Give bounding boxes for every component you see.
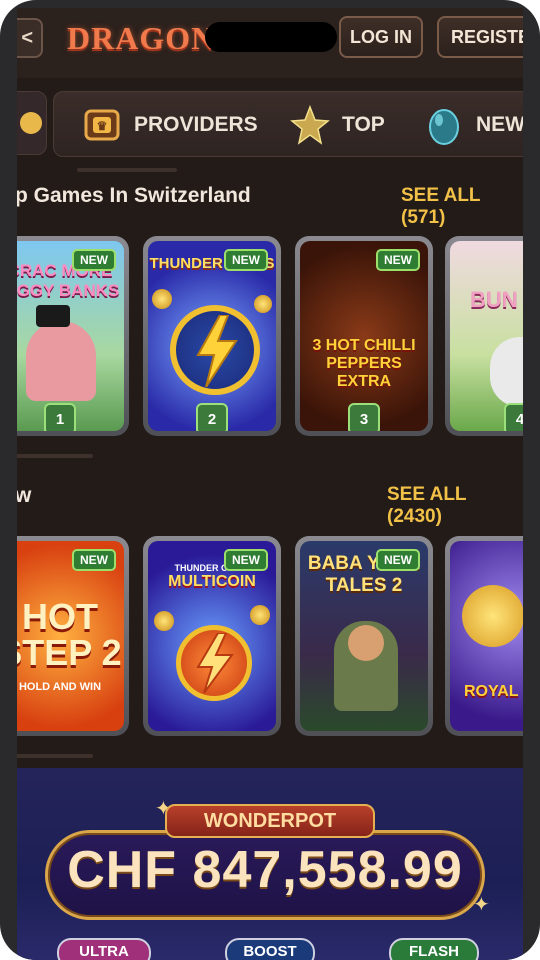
rank-badge: 2: [196, 403, 228, 431]
phone-frame: < DRAGON LOG IN REGISTE ♛ PROVIDERS TOP …: [0, 0, 540, 960]
game-art-title: 3 HOT CHILLI PEPPERS EXTRA: [312, 337, 416, 390]
category-tabs: ♛ PROVIDERS TOP NEW: [53, 91, 523, 157]
game-card[interactable]: THUNDER COINS MULTICOIN NEW: [143, 536, 281, 736]
game-art: THUNDER COINS MULTICOIN NEW: [148, 541, 276, 731]
game-art: HOT STEP 2 HOLD AND WIN NEW: [17, 541, 124, 731]
coin-icon: [250, 605, 270, 625]
bunny-character: [490, 337, 523, 407]
coin-icon: [154, 611, 174, 631]
row-scroll-indicator: [17, 754, 93, 758]
category-nav: ♛ PROVIDERS TOP NEW: [17, 88, 523, 164]
game-card[interactable]: BUN 4: [445, 236, 523, 436]
new-games-count: (2430): [387, 506, 442, 527]
top-see-all-label: SEE ALL: [401, 185, 481, 206]
game-card[interactable]: THUNDER COINS NEW 2: [143, 236, 281, 436]
game-art-title: MULTICOIN: [168, 573, 256, 590]
new-see-all-label: SEE ALL: [387, 484, 467, 505]
login-button[interactable]: LOG IN: [339, 16, 423, 58]
piggy-bank: [462, 585, 523, 647]
top-see-all-link[interactable]: SEE ALL (571): [401, 185, 523, 229]
game-card[interactable]: ROYAL P: [445, 536, 523, 736]
egg-icon: [429, 109, 459, 145]
new-badge: NEW: [376, 249, 420, 271]
game-card[interactable]: 3 HOT CHILLI PEPPERS EXTRA NEW 3: [295, 236, 433, 436]
game-art: BABA YAGA TALES 2 NEW: [300, 541, 428, 731]
witch-face: [348, 625, 384, 661]
star-icon: [290, 105, 330, 145]
top-hat: [36, 305, 70, 327]
jackpot-tab-flash[interactable]: FLASH: [389, 938, 479, 960]
new-badge: NEW: [72, 549, 116, 571]
game-art: 3 HOT CHILLI PEPPERS EXTRA NEW 3: [300, 241, 428, 431]
rank-badge: 3: [348, 403, 380, 431]
lightning-icon: [196, 315, 238, 387]
new-badge: NEW: [72, 249, 116, 271]
jackpot-label: WONDERPOT: [165, 804, 375, 838]
new-see-all-link[interactable]: SEE ALL (2430): [387, 484, 523, 528]
providers-icon: ♛: [84, 109, 120, 141]
back-button[interactable]: <: [17, 18, 43, 58]
game-art: THUNDER COINS NEW 2: [148, 241, 276, 431]
new-badge: NEW: [376, 549, 420, 571]
game-art: BUN 4: [450, 241, 523, 431]
category-scroll-indicator: [77, 168, 177, 172]
tab-providers-label: PROVIDERS: [134, 113, 258, 136]
jackpot-tab-boost[interactable]: BOOST: [225, 938, 315, 960]
camera-notch: [205, 22, 337, 52]
game-art-subtitle: HOLD AND WIN: [18, 681, 102, 693]
top-games-count: (571): [401, 207, 446, 228]
rank-badge: 4: [504, 403, 523, 431]
svg-text:♛: ♛: [97, 119, 108, 133]
game-card[interactable]: CRAC MORE PIGGY BANKS NEW 1: [17, 236, 129, 436]
pig-character: [26, 321, 96, 401]
tab-top[interactable]: TOP: [290, 92, 385, 158]
jackpot-tab-ultra[interactable]: ULTRA: [57, 938, 151, 960]
game-art: ROYAL P: [450, 541, 523, 731]
tab-top-label: TOP: [342, 113, 385, 136]
register-button[interactable]: REGISTE: [437, 16, 523, 58]
site-logo[interactable]: DRAGON: [67, 20, 215, 57]
game-art: CRAC MORE PIGGY BANKS NEW 1: [17, 241, 124, 431]
top-games-title: p Games In Switzerland: [17, 184, 251, 207]
jackpot-banner[interactable]: ✦ ✦ ✦ ✦ ✦ WONDERPOT CHF 847,558.99 ULTRA…: [17, 768, 523, 960]
new-badge: NEW: [224, 549, 268, 571]
jackpot-amount: CHF 847,558.99: [67, 841, 463, 899]
new-games-title: w: [17, 484, 32, 507]
rank-badge: 1: [44, 403, 76, 431]
game-card[interactable]: HOT STEP 2 HOLD AND WIN NEW: [17, 536, 129, 736]
new-badge: NEW: [224, 249, 268, 271]
game-art-title: HOT STEP 2: [17, 596, 122, 673]
tab-providers[interactable]: ♛ PROVIDERS: [82, 92, 258, 158]
game-art-title: ROYAL P: [464, 683, 523, 700]
game-card[interactable]: BABA YAGA TALES 2 NEW: [295, 536, 433, 736]
screen: < DRAGON LOG IN REGISTE ♛ PROVIDERS TOP …: [17, 8, 523, 960]
tab-new[interactable]: NEW: [424, 92, 523, 158]
coin-icon: [152, 289, 172, 309]
tab-new-label: NEW: [476, 113, 523, 136]
row-scroll-indicator: [17, 454, 93, 458]
game-art-title: BUN: [470, 287, 518, 312]
lightning-icon: [196, 633, 234, 693]
category-prev-tab[interactable]: [17, 91, 47, 155]
coin-icon: [254, 295, 272, 313]
coin-icon: [20, 112, 42, 134]
